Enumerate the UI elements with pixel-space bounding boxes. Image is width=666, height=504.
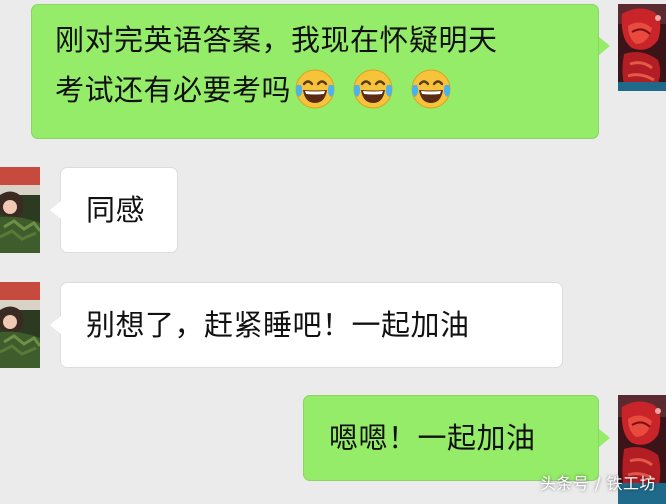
- laughing-tears-emoji: [353, 69, 393, 109]
- watermark-text: 头条号 / 铁工坊: [539, 474, 656, 493]
- contact-avatar[interactable]: [0, 167, 40, 253]
- emoji-group: [293, 67, 453, 111]
- bubble-tail: [50, 201, 61, 219]
- message-text: 同感: [86, 193, 146, 227]
- contact-avatar-image: [0, 282, 40, 368]
- sent-message-bubble[interactable]: 刚对完英语答案，我现在怀疑明天 考试还有必要考吗: [31, 4, 599, 139]
- contact-avatar-image: [0, 167, 40, 253]
- received-message-bubble[interactable]: 别想了，赶紧睡吧！一起加油: [60, 282, 563, 368]
- message-text: 考试还有必要考吗: [55, 73, 292, 107]
- self-avatar[interactable]: [618, 4, 666, 91]
- self-avatar-image: [618, 4, 666, 91]
- sent-message-bubble[interactable]: 嗯嗯！一起加油: [303, 395, 599, 481]
- laughing-tears-emoji: [411, 69, 451, 109]
- laughing-tears-emoji: [295, 69, 335, 109]
- contact-avatar[interactable]: [0, 282, 40, 368]
- message-text: 嗯嗯！一起加油: [329, 421, 536, 455]
- message-text: 别想了，赶紧睡吧！一起加油: [86, 308, 470, 342]
- bubble-tail: [599, 429, 610, 447]
- message-text-line-with-emoji: 考试还有必要考吗: [55, 65, 598, 115]
- bubble-tail: [599, 37, 610, 55]
- message-text-line: 刚对完英语答案，我现在怀疑明天: [55, 23, 498, 57]
- received-message-bubble[interactable]: 同感: [60, 167, 178, 253]
- bubble-tail: [50, 316, 61, 334]
